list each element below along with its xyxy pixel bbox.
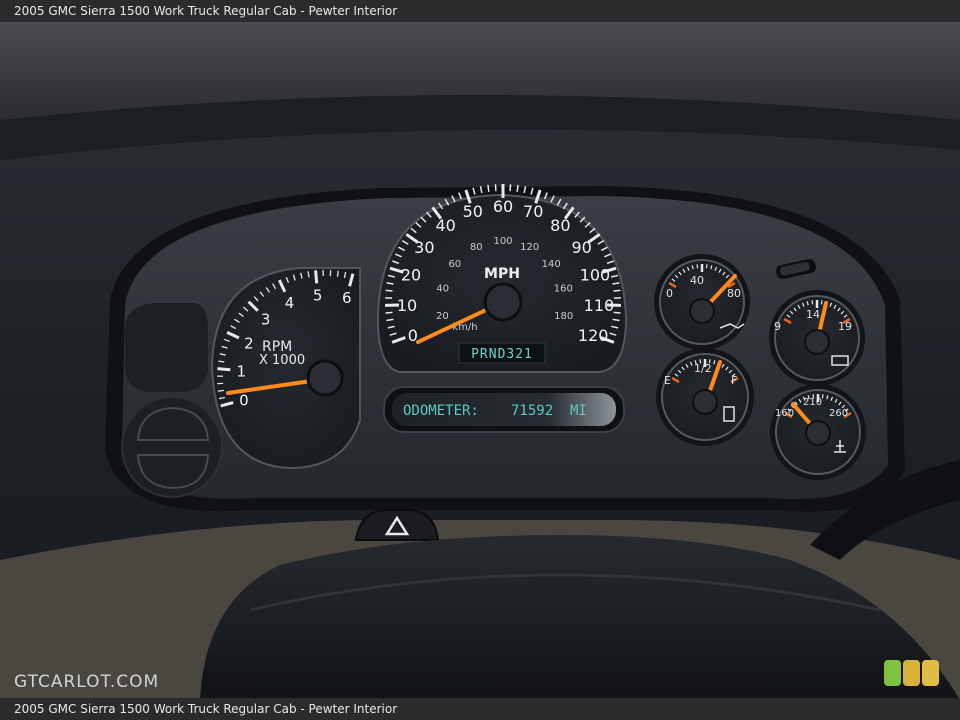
tach-tick-label: 2 <box>244 335 254 353</box>
odometer-label: ODOMETER: <box>403 403 479 419</box>
speed-tick-label: 110 <box>584 296 615 315</box>
kmh-tick-label: 100 <box>493 236 512 247</box>
speed-tick <box>613 289 621 292</box>
tach-tick-label: 6 <box>342 289 352 307</box>
oil-pressure-gauge: 0 40 80 <box>654 254 750 350</box>
tach-label-multiplier: X 1000 <box>259 353 305 368</box>
kmh-tick-label: 160 <box>554 284 573 295</box>
tach-tick <box>307 271 310 278</box>
tach-tick-label: 3 <box>261 311 271 329</box>
odometer: ODOMETER: 71592 MI <box>383 386 625 433</box>
caption-bottom: 2005 GMC Sierra 1500 Work Truck Regular … <box>0 698 960 720</box>
fuel-gauge: E 1/2 F <box>656 348 754 446</box>
oil-tick-low: 0 <box>666 287 673 300</box>
kmh-tick-label: 140 <box>542 259 561 270</box>
speed-unit-label: MPH <box>484 266 520 282</box>
tach-tick-label: 5 <box>313 286 323 304</box>
odometer-unit: MI <box>570 403 587 419</box>
speed-tick-label: 60 <box>493 197 513 216</box>
gauge-tick <box>821 394 824 399</box>
voltmeter-gauge: 9 14 19 <box>769 290 865 386</box>
watermark-logo: GTCARLOT.COM <box>14 672 160 692</box>
kmh-tick-label: 40 <box>436 284 449 295</box>
speed-tick-label: 50 <box>463 202 483 221</box>
temp-tick-high: 260 <box>829 408 848 419</box>
site-badge <box>884 660 939 686</box>
fuel-tick-full: F <box>731 374 737 387</box>
tachometer: 01234 5 6 RPM X 1000 <box>210 267 361 470</box>
tach-tick <box>314 270 319 284</box>
tach-tick-label: 0 <box>239 392 249 410</box>
tach-tick-label: 1 <box>237 363 247 381</box>
speed-tick-label: 80 <box>550 216 570 235</box>
gear-indicator: PRND321 <box>471 347 533 362</box>
kmh-tick-label: 120 <box>520 242 539 253</box>
speed-tick-label: 30 <box>414 238 434 257</box>
fuel-tick-empty: E <box>664 374 671 387</box>
gauge-tick <box>696 264 699 269</box>
kmh-tick-label: 80 <box>470 242 483 253</box>
oil-tick-high: 80 <box>727 287 741 300</box>
left-blank-recess <box>125 303 208 392</box>
volt-tick-low: 9 <box>774 320 781 333</box>
fuel-tick-half: 1/2 <box>694 362 712 375</box>
volt-tick-mid: 14 <box>806 308 820 321</box>
badge-amber <box>903 660 920 686</box>
speed-tick-label: 100 <box>580 265 611 284</box>
speed-hub <box>483 282 523 322</box>
gauge-tick <box>705 264 708 269</box>
oil-tick-mid: 40 <box>690 274 704 287</box>
dashboard-photo: 01234 5 6 RPM X 1000 01020304050 60 70809010… <box>0 0 960 720</box>
temp-tick-low: 160 <box>775 408 794 419</box>
gauge-tick <box>811 300 814 305</box>
tach-tick-label: 4 <box>285 294 295 312</box>
volt-tick-high: 19 <box>838 320 852 333</box>
speed-tick-label: 120 <box>578 326 609 345</box>
kmh-tick-label: 20 <box>436 311 449 322</box>
speed-tick <box>516 184 519 193</box>
left-round-recess <box>121 396 223 498</box>
kmh-tick-label: 60 <box>448 259 461 270</box>
temp-tick-mid: 210 <box>803 397 822 408</box>
speed-tick <box>613 311 621 314</box>
speed-tick-label: 90 <box>571 238 591 257</box>
speed-tick <box>487 184 490 193</box>
tach-tick <box>218 360 225 363</box>
speed-tick-label: 70 <box>523 202 543 221</box>
speed-tick-label: 40 <box>435 216 455 235</box>
tach-tick <box>336 270 339 277</box>
coolant-temp-gauge: 160 210 260 <box>770 384 866 480</box>
tach-tick <box>217 367 231 372</box>
speed-tick <box>385 289 393 292</box>
tach-hub <box>306 359 344 397</box>
kmh-tick-label: 180 <box>554 311 573 322</box>
speed-tick <box>385 311 393 314</box>
speed-tick-label: 20 <box>401 265 421 284</box>
speed-tick-label: 10 <box>397 296 417 315</box>
badge-yellow <box>922 660 939 686</box>
badge-green <box>884 660 901 686</box>
caption-top: 2005 GMC Sierra 1500 Work Truck Regular … <box>0 0 960 22</box>
odometer-value: 71592 <box>511 403 553 419</box>
tach-tick <box>217 389 224 392</box>
gauge-tick <box>820 300 823 305</box>
